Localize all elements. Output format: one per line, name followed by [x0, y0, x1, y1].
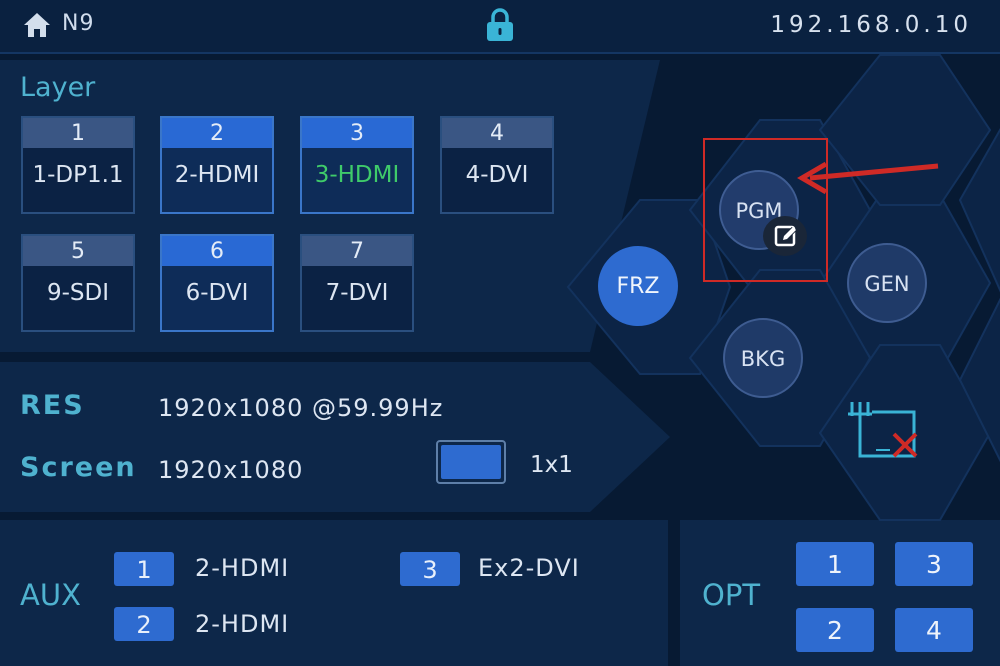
- bkg-button[interactable]: BKG: [723, 318, 803, 398]
- lock-icon[interactable]: [484, 7, 516, 43]
- layer-tile-6[interactable]: 6 6-DVI: [160, 234, 274, 332]
- arrow-icon: [797, 161, 939, 195]
- aux-source-2: 2-HDMI: [195, 610, 290, 638]
- aux-badge-1[interactable]: 1: [114, 552, 174, 586]
- output-panel: [0, 362, 670, 512]
- home-icon[interactable]: [22, 10, 52, 40]
- layer-number: 3: [302, 118, 412, 148]
- layer-tile-4[interactable]: 4 4-DVI: [440, 116, 554, 214]
- layer-tile-2[interactable]: 2 2-HDMI: [160, 116, 274, 214]
- layer-source: 7-DVI: [325, 280, 389, 306]
- gen-button[interactable]: GEN: [847, 243, 927, 323]
- layer-number: 4: [442, 118, 552, 148]
- layer-number: 2: [162, 118, 272, 148]
- res-value: 1920x1080 @59.99Hz: [158, 394, 444, 422]
- screen-off-icon[interactable]: [846, 398, 926, 464]
- layer-tile-7[interactable]: 7 7-DVI: [300, 234, 414, 332]
- screen-layout-button[interactable]: [436, 440, 506, 484]
- aux-badge-2[interactable]: 2: [114, 607, 174, 641]
- freeze-button[interactable]: FRZ: [598, 246, 678, 326]
- layer-number: 6: [162, 236, 272, 266]
- layer-label: Layer: [20, 72, 96, 103]
- aux-source-3: Ex2-DVI: [478, 554, 580, 582]
- opt-button-1[interactable]: 1: [796, 542, 874, 586]
- opt-button-2[interactable]: 2: [796, 608, 874, 652]
- layer-number: 1: [23, 118, 133, 148]
- layer-source: 4-DVI: [465, 162, 529, 188]
- layer-tile-1[interactable]: 1 1-DP1.1: [21, 116, 135, 214]
- aux-panel: [0, 520, 668, 666]
- layer-number: 5: [23, 236, 133, 266]
- layer-tile-3[interactable]: 3 3-HDMI: [300, 116, 414, 214]
- opt-button-4[interactable]: 4: [895, 608, 973, 652]
- layer-source: 2-HDMI: [174, 162, 260, 188]
- top-bar: N9 192.168.0.10: [0, 0, 1000, 54]
- ip-address: 192.168.0.10: [770, 12, 972, 38]
- layer-source: 3-HDMI: [314, 162, 400, 188]
- opt-label: OPT: [702, 578, 761, 612]
- aux-badge-3[interactable]: 3: [400, 552, 460, 586]
- aux-label: AUX: [20, 578, 81, 612]
- opt-button-3[interactable]: 3: [895, 542, 973, 586]
- screen-mode: 1x1: [530, 452, 573, 478]
- aux-source-1: 2-HDMI: [195, 554, 290, 582]
- layer-number: 7: [302, 236, 412, 266]
- layer-tile-5[interactable]: 5 9-SDI: [21, 234, 135, 332]
- screen-label: Screen: [20, 452, 137, 483]
- layer-source: 6-DVI: [185, 280, 249, 306]
- layer-source: 9-SDI: [46, 280, 110, 306]
- layer-source: 1-DP1.1: [32, 162, 124, 188]
- screen-value: 1920x1080: [158, 456, 304, 484]
- device-name: N9: [62, 11, 95, 36]
- res-label: RES: [20, 390, 85, 421]
